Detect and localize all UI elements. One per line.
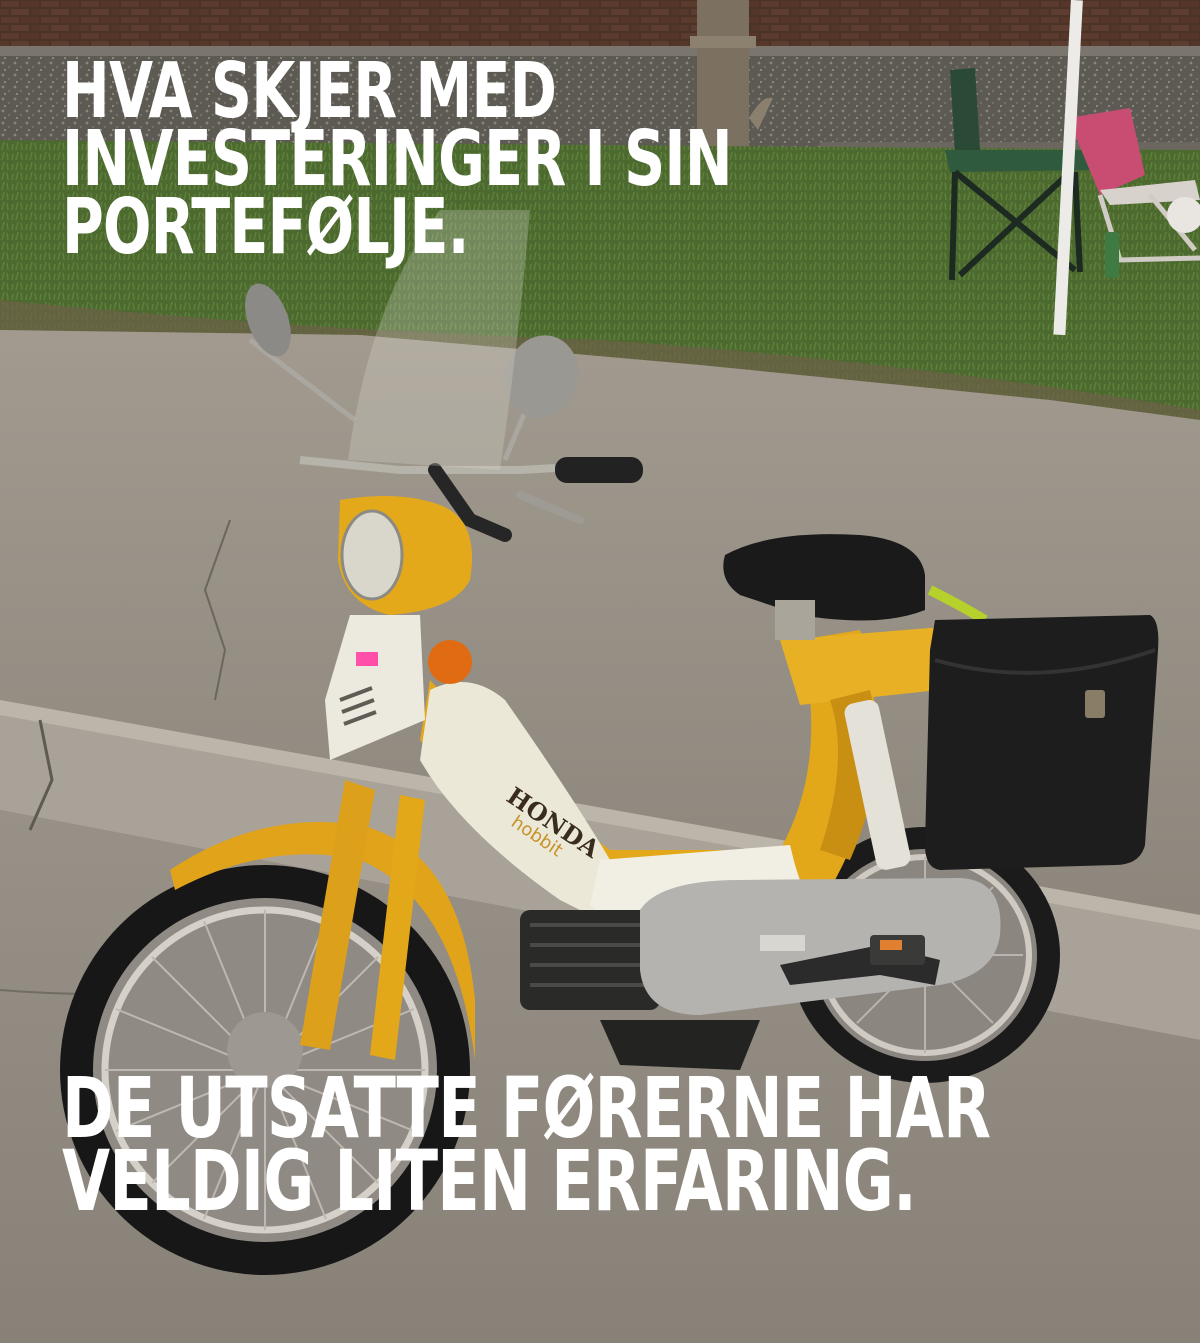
bottom-caption: DE UTSATTE FØRERNE HAR VELDIG LITEN ERFA… <box>62 1066 1098 1223</box>
top-caption-line: PORTEFØLJE. <box>62 183 469 272</box>
meme-image: HONDA hobbit HVA SKJER MED INVESTERINGER… <box>0 0 1200 1343</box>
saddlebag <box>925 615 1159 870</box>
top-caption: HVA SKJER MED INVESTERINGER I SIN PORTEF… <box>62 53 802 272</box>
